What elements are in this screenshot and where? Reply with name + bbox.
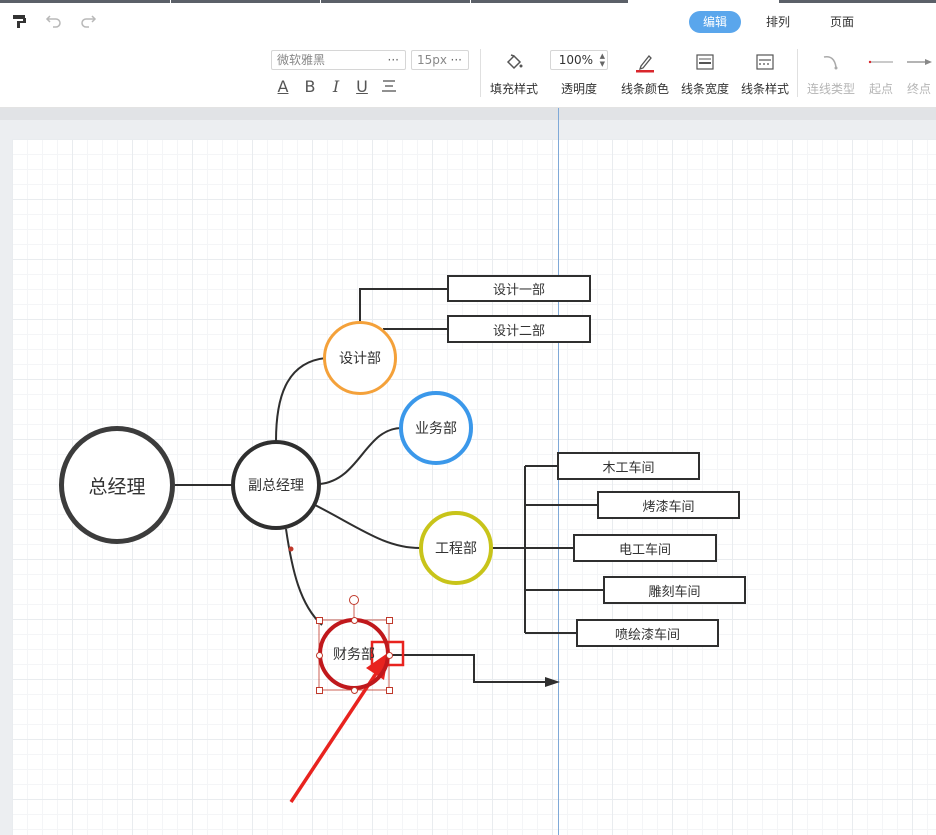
connector-type-label: 连线类型	[806, 82, 855, 96]
connect-handle-w[interactable]	[316, 652, 323, 659]
undo-icon[interactable]	[44, 11, 64, 31]
tab-arrange[interactable]: 排列	[754, 11, 802, 33]
align-icon	[382, 80, 396, 92]
bold-button[interactable]: B	[301, 77, 319, 97]
end-point-label: 终点	[906, 82, 931, 96]
underline-button[interactable]: U	[353, 77, 371, 97]
opacity-label: 透明度	[560, 82, 597, 96]
toolbar: 微软雅黑 ··· 15px ··· A B I U 填充样式 100% ▲ ▼ 透…	[0, 37, 936, 108]
node-ceo[interactable]: 总经理	[59, 426, 175, 544]
box-electrical[interactable]: 电工车间	[573, 534, 717, 562]
box-design-1[interactable]: 设计一部	[447, 275, 591, 302]
format-painter-icon[interactable]	[12, 13, 28, 29]
box-carving[interactable]: 雕刻车间	[603, 576, 746, 604]
box-design-2[interactable]: 设计二部	[447, 315, 591, 343]
line-style-icon	[756, 54, 774, 70]
redo-icon[interactable]	[78, 11, 98, 31]
line-color-tool[interactable]: 线条颜色	[617, 37, 673, 107]
box-baking-paint[interactable]: 烤漆车间	[597, 491, 740, 519]
connector-type-tool[interactable]: 连线类型	[803, 37, 859, 107]
fill-style-tool[interactable]: 填充样式	[486, 37, 542, 107]
resize-handle-ne[interactable]	[386, 617, 393, 624]
line-color-label: 线条颜色	[620, 82, 669, 96]
tab-page[interactable]: 页面	[818, 11, 866, 33]
more-icon: ···	[450, 53, 462, 67]
font-family-value: 微软雅黑	[277, 53, 326, 67]
node-design-dept[interactable]: 设计部	[323, 321, 397, 395]
resize-handle-nw[interactable]	[316, 617, 323, 624]
connector-icon	[823, 55, 838, 70]
box-carpentry[interactable]: 木工车间	[557, 452, 700, 480]
start-point-icon	[868, 60, 893, 64]
font-size-value: 15px	[417, 53, 447, 67]
toolbar-divider	[480, 49, 481, 97]
app-header: 编辑 排列 页面	[0, 3, 936, 37]
line-width-tool[interactable]: 线条宽度	[677, 37, 733, 107]
font-size-select[interactable]: 15px ···	[411, 50, 469, 70]
connect-handle-n[interactable]	[351, 617, 358, 624]
node-business-dept[interactable]: 业务部	[399, 391, 473, 465]
node-vice-president[interactable]: 副总经理	[231, 440, 321, 530]
rotate-handle[interactable]	[349, 595, 359, 605]
text-align-button[interactable]	[380, 77, 398, 97]
connect-handle-e[interactable]	[386, 652, 393, 659]
font-family-select[interactable]: 微软雅黑 ···	[271, 50, 406, 70]
end-point-tool[interactable]: 终点	[902, 37, 936, 107]
line-width-label: 线条宽度	[680, 82, 729, 96]
more-icon: ···	[387, 53, 399, 67]
end-arrow-icon	[907, 59, 932, 65]
pencil-icon	[636, 55, 654, 73]
start-point-tool[interactable]: 起点	[862, 37, 900, 107]
fill-style-label: 填充样式	[489, 82, 538, 96]
resize-handle-sw[interactable]	[316, 687, 323, 694]
ruler-band	[0, 108, 936, 120]
paint-bucket-icon	[506, 54, 523, 70]
resize-handle-se[interactable]	[386, 687, 393, 694]
line-style-tool[interactable]: 线条样式	[737, 37, 793, 107]
italic-button[interactable]: I	[327, 77, 345, 97]
line-style-label: 线条样式	[740, 82, 789, 96]
font-color-button[interactable]: A	[274, 77, 292, 97]
box-spray-paint[interactable]: 喷绘漆车间	[576, 619, 719, 647]
start-point-label: 起点	[868, 82, 893, 96]
node-engineering-dept[interactable]: 工程部	[419, 511, 493, 585]
line-width-icon	[696, 54, 714, 70]
opacity-tool: 透明度	[551, 37, 607, 107]
toolbar-divider	[797, 49, 798, 97]
connect-handle-s[interactable]	[351, 687, 358, 694]
tab-edit[interactable]: 编辑	[689, 11, 741, 33]
node-finance-dept[interactable]: 财务部	[318, 618, 390, 690]
